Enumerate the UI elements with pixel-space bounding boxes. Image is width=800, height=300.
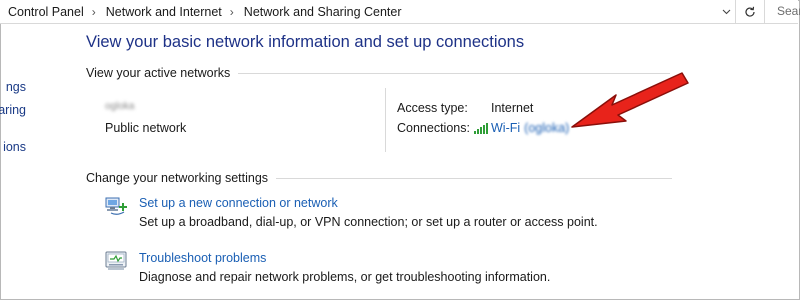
vertical-divider [385, 88, 386, 152]
left-nav-item-2[interactable]: aring [0, 103, 26, 117]
change-settings-header-label: Change your networking settings [86, 171, 269, 185]
connection-name[interactable]: Wi-Fi [491, 121, 520, 135]
troubleshoot-description: Diagnose and repair network problems, or… [139, 270, 551, 284]
wifi-connection-link[interactable]: Wi-Fi (ogloka) [474, 121, 569, 135]
address-dropdown-button[interactable] [718, 0, 735, 23]
page-title: View your basic network information and … [86, 33, 525, 51]
refresh-button[interactable] [736, 0, 765, 23]
left-nav-item-1[interactable]: ngs [6, 80, 26, 94]
access-type-value: Internet [491, 101, 534, 115]
address-bar: Control Panel › Network and Internet › N… [0, 0, 800, 24]
breadcrumb: Control Panel › Network and Internet › N… [0, 0, 736, 23]
connections-label: Connections: [397, 121, 470, 135]
breadcrumb-control-panel[interactable]: Control Panel [0, 5, 90, 19]
active-networks-header-label: View your active networks [86, 66, 231, 80]
left-nav-item-3[interactable]: ions [3, 140, 26, 154]
left-nav: ngs aring ions [0, 23, 38, 299]
change-settings-header: Change your networking settings [86, 171, 673, 185]
wifi-signal-icon [474, 122, 488, 134]
search-box[interactable] [766, 0, 800, 23]
annotation-arrow-icon [571, 72, 689, 128]
search-input[interactable] [766, 0, 800, 21]
chevron-right-icon[interactable]: › [228, 5, 236, 19]
setup-connection-link[interactable]: Set up a new connection or network [139, 196, 338, 210]
troubleshoot-link[interactable]: Troubleshoot problems [139, 251, 266, 265]
refresh-icon [745, 6, 755, 17]
chevron-down-icon [722, 9, 731, 14]
divider [276, 177, 673, 179]
network-name-label: ogloka [105, 101, 135, 112]
network-type[interactable]: Public network [105, 121, 186, 135]
troubleshoot-icon [105, 250, 127, 272]
access-type-label: Access type: [397, 101, 468, 115]
network-name: ogloka [105, 101, 145, 112]
breadcrumb-network-and-internet[interactable]: Network and Internet [98, 5, 228, 19]
setup-connection-description: Set up a broadband, dial-up, or VPN conn… [139, 215, 598, 229]
breadcrumb-network-and-sharing-center[interactable]: Network and Sharing Center [236, 5, 408, 19]
chevron-right-icon[interactable]: › [90, 5, 98, 19]
new-connection-icon [105, 195, 127, 217]
